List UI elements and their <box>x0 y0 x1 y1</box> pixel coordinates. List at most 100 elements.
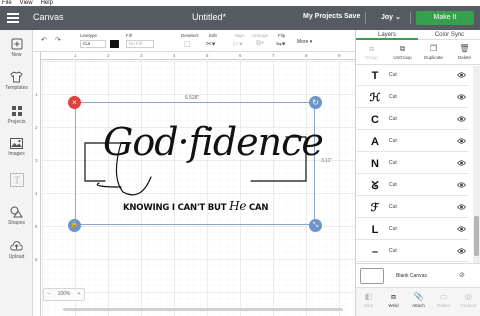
fill-select[interactable]: No Fill <box>126 40 154 48</box>
design-he-text: He <box>229 199 247 213</box>
blank-canvas-swatch[interactable] <box>360 268 384 284</box>
layers-scrollbar[interactable] <box>473 66 480 290</box>
eye-icon[interactable] <box>457 93 466 101</box>
trash-icon: 🗑 <box>459 44 470 53</box>
eye-icon[interactable] <box>457 159 466 167</box>
flatten-button[interactable]: ▭ Flatten <box>431 291 456 308</box>
horizontal-scrollbar[interactable] <box>63 308 343 311</box>
layer-thumbnail: A <box>371 136 379 148</box>
upload-icon <box>10 241 23 251</box>
sidebar-item-label: Templates <box>5 85 28 91</box>
my-projects-link[interactable]: My Projects <box>303 13 342 20</box>
blank-canvas-row[interactable]: Blank Canvas ⊘ <box>356 263 480 287</box>
layer-row[interactable]: A Cut <box>356 132 469 152</box>
ruler-label: 7 <box>272 53 275 58</box>
header-divider <box>410 12 411 24</box>
linetype-color-swatch[interactable] <box>110 40 119 48</box>
sidebar-item-projects[interactable]: Projects <box>0 105 33 125</box>
ungroup-button[interactable]: ⧉ UnGroup <box>387 43 418 60</box>
align-icon[interactable]: ⊨▾ <box>233 40 243 48</box>
sidebar-item-images[interactable]: Images <box>0 138 33 157</box>
zoom-out-button[interactable]: − <box>44 289 54 300</box>
duplicate-icon: ❐ <box>429 44 438 53</box>
layer-thumbnail: L <box>371 224 379 236</box>
ruler-label: 6 <box>239 53 242 58</box>
sidebar-item-upload[interactable]: Upload <box>0 240 33 260</box>
make-it-button[interactable]: Make It <box>416 11 474 25</box>
visibility-off-icon[interactable]: ⊘ <box>459 271 465 279</box>
scrollbar-thumb[interactable] <box>474 216 479 256</box>
flip-label: Flip <box>278 33 286 38</box>
tab-layers[interactable]: Layers <box>356 30 418 40</box>
layer-thumbnail: N <box>371 158 379 170</box>
layer-row[interactable]: ℱ Cut <box>356 198 469 218</box>
delete-label: Delete <box>457 55 471 60</box>
redo-icon[interactable]: ↷ <box>55 36 61 44</box>
combine-actions: ◧ Slice ⧈ Weld 📎 Attach ▭ Flatten ◎ Contour <box>356 287 480 316</box>
layer-thumbnail: T <box>371 70 379 82</box>
layer-thumbnail: – <box>371 246 379 258</box>
layer-name: Cut <box>389 160 397 166</box>
attach-icon: 📎 <box>413 292 424 301</box>
lock-handle-icon[interactable]: 🔒 <box>68 219 81 232</box>
left-sidebar: New Templates Projects Images T Shapes U… <box>0 30 33 316</box>
layer-row[interactable]: C Cut <box>356 110 469 130</box>
layer-row[interactable]: – Cut <box>356 242 469 262</box>
flip-icon[interactable]: ⇋▾ <box>276 40 285 48</box>
design-caption: KNOWING I CAN'T BUT He CAN <box>123 199 269 213</box>
design-canvas[interactable]: 1 2 3 4 5 6 7 8 9 1 2 3 4 5 6 6.528" 3.1… <box>33 52 355 316</box>
delete-handle-icon[interactable]: × <box>68 96 81 109</box>
zoom-in-button[interactable]: + <box>74 289 84 300</box>
sidebar-item-templates[interactable]: Templates <box>0 71 33 91</box>
fill-value: No Fill <box>129 41 142 46</box>
arrange-icon[interactable]: ⧉▾ <box>256 40 264 48</box>
edit-icon[interactable]: ✂▾ <box>206 40 215 48</box>
layer-row[interactable]: L Cut <box>356 220 469 240</box>
weld-icon: ⧈ <box>390 292 397 301</box>
weld-button[interactable]: ⧈ Weld <box>381 291 406 308</box>
user-menu[interactable]: Joy ⌄ <box>381 13 401 21</box>
attach-label: Attach <box>412 303 425 308</box>
eye-icon[interactable] <box>457 137 466 145</box>
save-button[interactable]: Save <box>344 13 360 20</box>
layer-thumbnail: C <box>371 114 379 126</box>
align-label: Align <box>234 33 245 38</box>
duplicate-button[interactable]: ❐ Duplicate <box>418 43 449 60</box>
hamburger-menu-icon[interactable] <box>7 13 19 23</box>
sidebar-item-text[interactable]: T <box>0 173 33 189</box>
ruler-label: 3 <box>35 158 38 163</box>
sidebar-item-new[interactable]: New <box>0 38 33 58</box>
slice-button[interactable]: ◧ Slice <box>356 291 381 308</box>
eye-icon[interactable] <box>457 203 466 211</box>
eye-icon[interactable] <box>457 225 466 233</box>
more-label: More <box>297 39 309 45</box>
zoom-control: −100% + <box>43 288 85 301</box>
blank-canvas-label: Blank Canvas <box>396 273 427 279</box>
linetype-value: Cut <box>83 41 91 46</box>
tab-color-sync[interactable]: Color Sync <box>418 30 480 40</box>
eye-icon[interactable] <box>457 71 466 79</box>
ruler-label: 6 <box>35 257 38 262</box>
layer-row[interactable]: T Cut <box>356 66 469 86</box>
layer-row[interactable]: ᘜ Cut <box>356 176 469 196</box>
more-menu[interactable]: More ▾ <box>297 39 312 45</box>
contour-label: Contour <box>460 303 477 308</box>
attach-button[interactable]: 📎 Attach <box>406 291 431 308</box>
delete-button[interactable]: 🗑 Delete <box>449 43 480 60</box>
sidebar-item-label: New <box>11 52 22 58</box>
eye-icon[interactable] <box>457 115 466 123</box>
slice-label: Slice <box>363 303 374 308</box>
undo-icon[interactable]: ↶ <box>41 36 47 44</box>
contour-button[interactable]: ◎ Contour <box>456 291 480 308</box>
sidebar-item-shapes[interactable]: Shapes <box>0 206 33 226</box>
document-title[interactable]: Untitled* <box>192 12 226 22</box>
layer-name: Cut <box>389 182 397 188</box>
eye-icon[interactable] <box>457 247 466 255</box>
ruler-label: 9 <box>338 53 341 58</box>
layer-row[interactable]: ℋ Cut <box>356 88 469 108</box>
linetype-select[interactable]: Cut <box>80 40 106 48</box>
group-button[interactable]: ⧈ Group <box>356 43 387 60</box>
eye-icon[interactable] <box>457 181 466 189</box>
deselect-icon[interactable]: ⬚ <box>184 40 191 48</box>
layer-row[interactable]: N Cut <box>356 154 469 174</box>
